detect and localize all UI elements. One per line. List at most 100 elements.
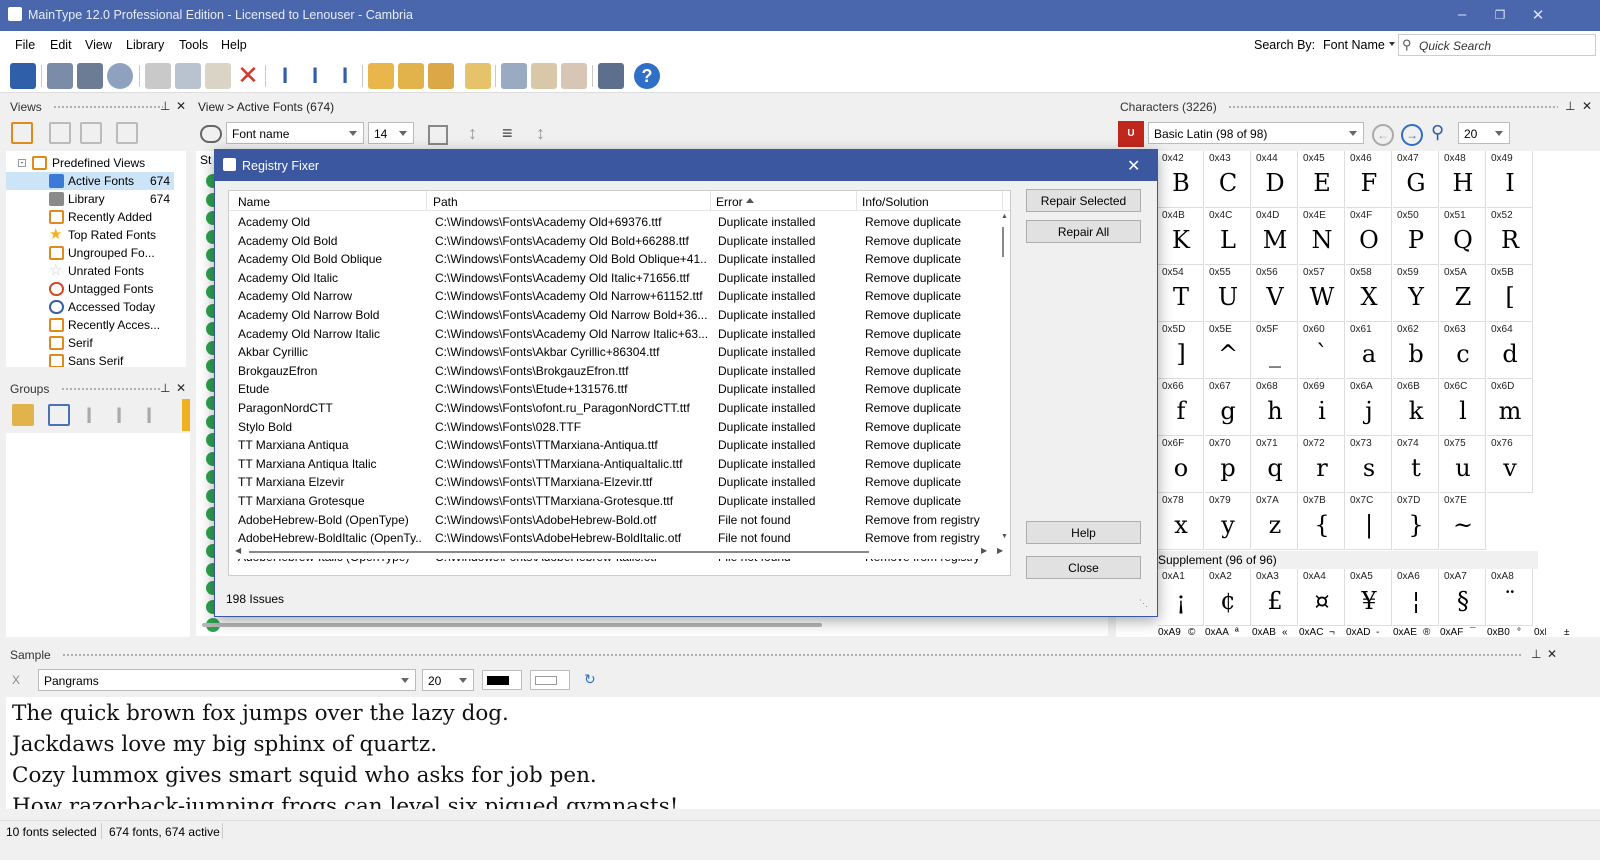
save-icon[interactable]	[10, 63, 36, 89]
sample-text-area[interactable]: The quick brown fox jumps over the lazy …	[6, 697, 1600, 809]
character-cell[interactable]: 0x56 V	[1252, 265, 1298, 322]
delete-view-icon[interactable]	[116, 122, 138, 144]
remove-font-icon[interactable]: I	[332, 63, 358, 89]
issue-row[interactable]: Academy Old Italic C:\Windows\Fonts\Acade…	[229, 268, 999, 287]
add-to-group-icon[interactable]: I	[86, 403, 92, 429]
character-cell[interactable]: 0x44 D	[1252, 151, 1298, 208]
restore-icon[interactable]: ❐	[1490, 8, 1510, 26]
new-view-icon[interactable]	[11, 122, 33, 144]
characters-scrollbar[interactable]	[1546, 151, 1558, 637]
character-cell[interactable]: 0x7A z	[1252, 493, 1298, 550]
character-cell[interactable]: 0x7E ~	[1440, 493, 1486, 550]
hscroll-thumb[interactable]	[249, 551, 869, 553]
menu-help[interactable]: Help	[221, 38, 247, 52]
tree-item-recently-added[interactable]: Recently Added	[6, 208, 176, 226]
close-panel-icon[interactable]: ✕	[176, 381, 186, 395]
character-cell[interactable]: 0x5B [	[1487, 265, 1533, 322]
package-icon[interactable]	[465, 63, 491, 89]
resize-grip-icon[interactable]: ⋱	[1139, 598, 1148, 609]
add-folder-font-icon[interactable]: I	[302, 63, 328, 89]
issue-row[interactable]: TT Marxiana Elzevir C:\Windows\Fonts\TTMa…	[229, 472, 999, 491]
next-block-icon[interactable]: →	[1401, 124, 1423, 146]
character-cell[interactable]: 0x72 r	[1299, 436, 1345, 493]
tree-item-unrated[interactable]: ☆ Unrated Fonts	[6, 262, 176, 280]
window-layout-icon[interactable]	[598, 63, 624, 89]
character-cell[interactable]: 0x7D}	[1393, 493, 1439, 550]
character-cell[interactable]: 0xA4 ¤	[1299, 569, 1345, 626]
unicode-block-select[interactable]: Basic Latin (98 of 98)	[1148, 122, 1364, 144]
character-cell[interactable]: 0x6F o	[1158, 436, 1204, 493]
tree-item-active-fonts[interactable]: Active Fonts 674	[6, 172, 176, 190]
previous-block-icon[interactable]: ←	[1372, 124, 1394, 146]
close-panel-icon[interactable]: ✕	[176, 99, 186, 113]
character-cell[interactable]: 0x6D m	[1487, 379, 1533, 436]
character-cell[interactable]: 0x5D]	[1158, 322, 1204, 379]
character-cell[interactable]: 0x60 `	[1299, 322, 1345, 379]
registry-remove-icon[interactable]	[561, 63, 587, 89]
search-by-select[interactable]: Font Name	[1323, 38, 1385, 52]
zoom-icon[interactable]: ⚲	[1431, 122, 1444, 143]
quick-search-box[interactable]: ⚲ Quick Search	[1398, 34, 1596, 56]
pin-icon[interactable]: ⊥	[1531, 647, 1541, 661]
character-cell[interactable]: 0x52 R	[1487, 208, 1533, 265]
character-cell[interactable]: 0x68 h	[1252, 379, 1298, 436]
print-preview-icon[interactable]	[47, 63, 73, 89]
tree-item-ungrouped[interactable]: Ungrouped Fo...	[6, 244, 176, 262]
character-cell[interactable]: 0x42 B	[1158, 151, 1204, 208]
scroll-left-icon[interactable]: ◀	[235, 546, 241, 555]
character-cell[interactable]: 0x61 a	[1346, 322, 1392, 379]
character-cell[interactable]: 0xA6 ¦	[1393, 569, 1439, 626]
character-cell[interactable]: 0x4E N	[1299, 208, 1345, 265]
character-cell[interactable]: 0x57 W	[1299, 265, 1345, 322]
sort-za-icon[interactable]: ↕	[536, 123, 545, 144]
character-cell[interactable]: 0x64 d	[1487, 322, 1533, 379]
character-cell[interactable]: 0xA2 ¢	[1205, 569, 1251, 626]
tree-item-recently-accessed[interactable]: Recently Acces...	[6, 316, 176, 334]
scroll-down-icon[interactable]: ▼	[1001, 533, 1008, 540]
character-cell[interactable]: 0x46 F	[1346, 151, 1392, 208]
tree-item-untagged[interactable]: Untagged Fonts	[6, 280, 176, 298]
character-cell[interactable]: 0x51 Q	[1440, 208, 1486, 265]
character-cell[interactable]: 0x5A Z	[1440, 265, 1486, 322]
scroll-up-icon[interactable]: ▲	[1001, 213, 1008, 220]
issue-row[interactable]: Academy Old Narrow C:\Windows\Fonts\Acade…	[229, 286, 999, 305]
character-cell[interactable]: 0x4D M	[1252, 208, 1298, 265]
character-cell[interactable]: 0x76 v	[1487, 436, 1533, 493]
font-list-hscroll[interactable]	[202, 623, 822, 627]
tree-item-serif[interactable]: Serif	[6, 334, 176, 352]
character-cell[interactable]: 0x58 X	[1346, 265, 1392, 322]
character-cell[interactable]: 0x78 x	[1158, 493, 1204, 550]
registry-icon[interactable]	[531, 63, 557, 89]
views-scrollbar[interactable]	[174, 151, 186, 367]
issue-row[interactable]: AdobeHebrew-Bold (OpenType) C:\Windows\Fo…	[229, 510, 999, 529]
character-cell[interactable]: 0x6A j	[1346, 379, 1392, 436]
help-button[interactable]: Help	[1026, 521, 1141, 544]
issue-row[interactable]: Academy Old Narrow Italic C:\Windows\Font…	[229, 324, 999, 343]
menu-tools[interactable]: Tools	[179, 38, 208, 52]
character-cell[interactable]: 0x6B k	[1393, 379, 1439, 436]
scroll-thumb[interactable]	[1002, 227, 1004, 257]
tree-item-sans-serif[interactable]: Sans Serif	[6, 352, 176, 367]
character-cell[interactable]: 0x7C |	[1346, 493, 1392, 550]
menu-library[interactable]: Library	[126, 38, 164, 52]
character-cell[interactable]: 0x70 p	[1205, 436, 1251, 493]
text-style-icon[interactable]: X	[12, 673, 20, 687]
add-column-icon[interactable]: ≡	[502, 123, 526, 143]
tree-item-accessed-today[interactable]: Accessed Today	[6, 298, 176, 316]
issue-row[interactable]: TT Marxiana Antiqua C:\Windows\Fonts\TTMa…	[229, 435, 999, 454]
sample-mode-select[interactable]: Pangrams	[38, 669, 416, 691]
issue-row[interactable]: BrokgauzEfron C:\Windows\Fonts\BrokgauzEf…	[229, 361, 999, 380]
character-cell[interactable]: 0x5E ^	[1205, 322, 1251, 379]
character-cell[interactable]: 0x67 g	[1205, 379, 1251, 436]
issue-row[interactable]: Etude C:\Windows\Fonts\Etude+131576.ttf Du…	[229, 379, 999, 398]
character-cell[interactable]: 0x74 t	[1393, 436, 1439, 493]
close-button[interactable]: Close	[1026, 556, 1141, 579]
add-folder-to-group-icon[interactable]: I	[116, 403, 122, 429]
delete-icon[interactable]: ✕	[235, 62, 261, 89]
close-icon[interactable]: ✕	[1528, 6, 1548, 24]
add-font-icon[interactable]: I	[272, 63, 298, 89]
character-cell[interactable]: 0x71 q	[1252, 436, 1298, 493]
issue-row[interactable]: Academy Old C:\Windows\Fonts\Academy Old+…	[229, 212, 999, 231]
character-cell[interactable]: 0xA3 £	[1252, 569, 1298, 626]
sync-folder-icon[interactable]	[428, 63, 454, 89]
